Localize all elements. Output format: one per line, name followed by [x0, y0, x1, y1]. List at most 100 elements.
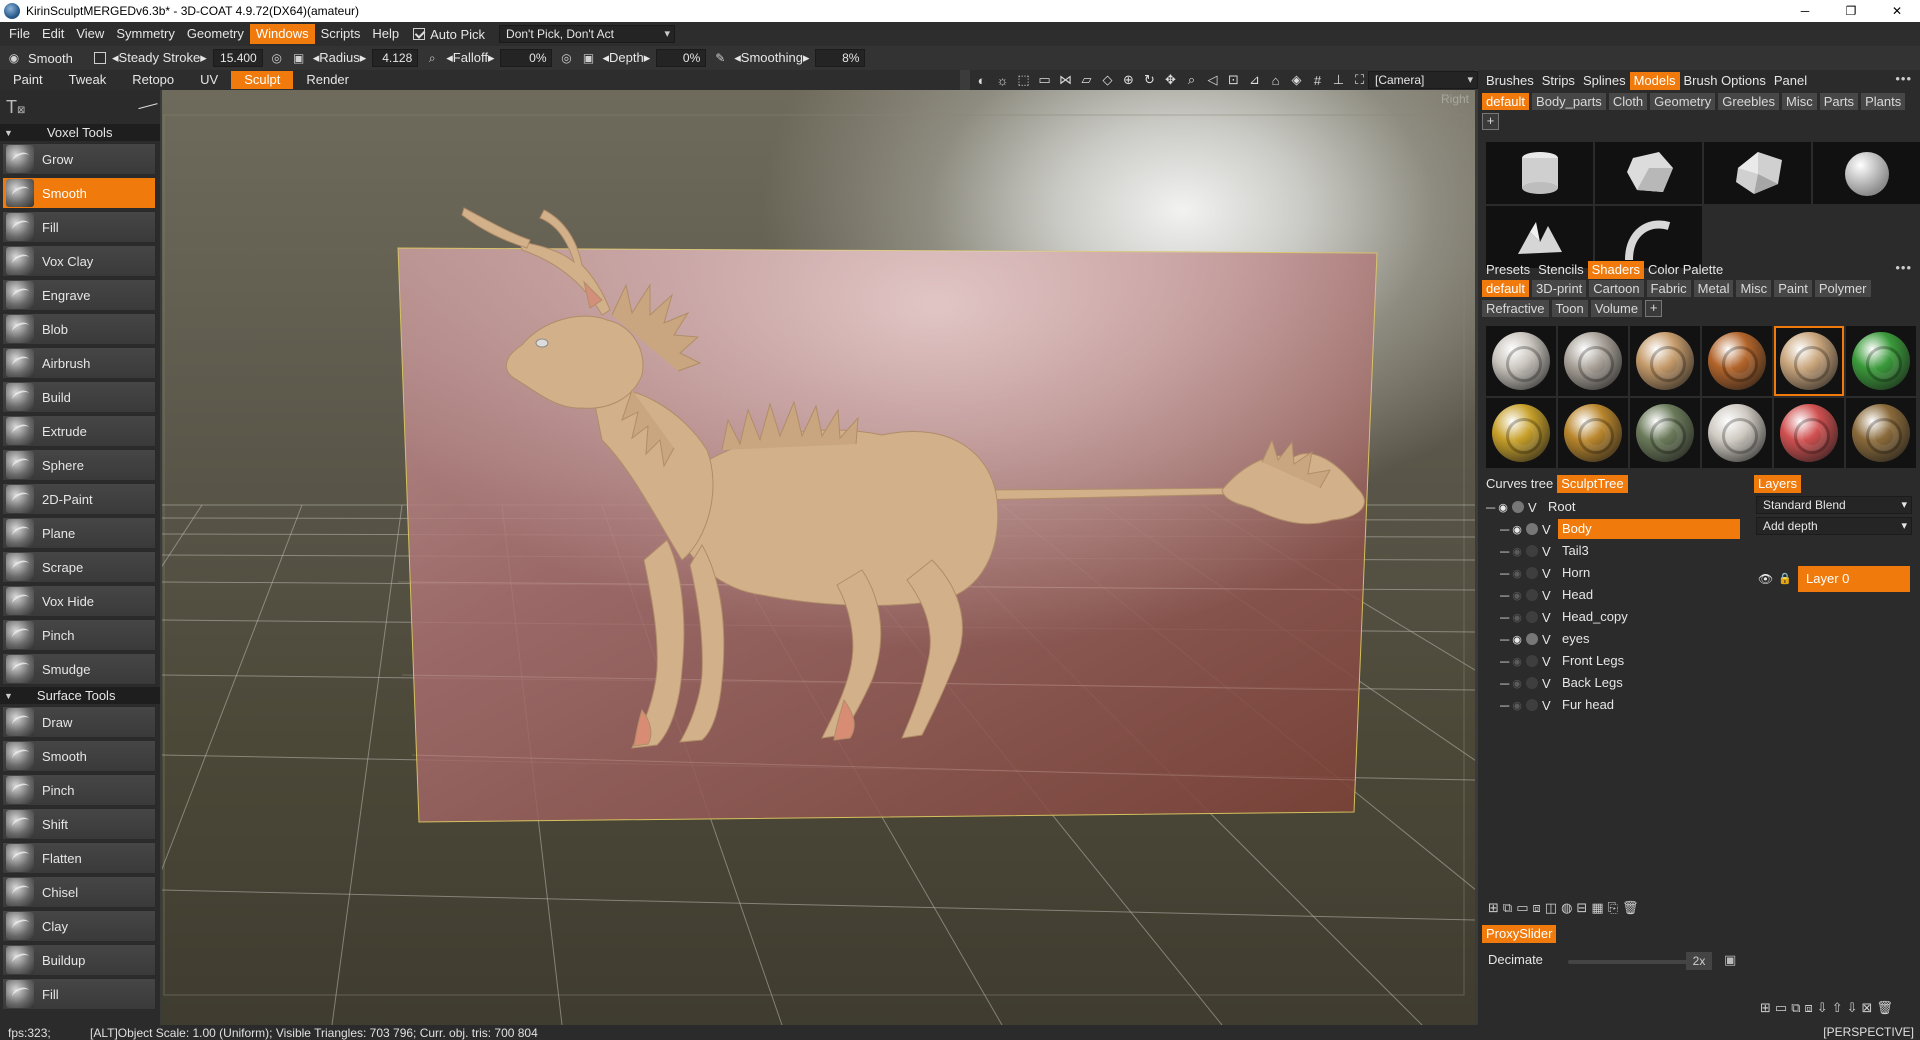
- tab-brushes[interactable]: Brushes: [1482, 72, 1538, 90]
- ghost-toggle-icon[interactable]: [1512, 501, 1524, 513]
- tool-smudge[interactable]: Smudge: [2, 653, 156, 685]
- tool-smooth[interactable]: Smooth: [2, 177, 156, 209]
- category-body-parts[interactable]: Body_parts: [1532, 93, 1606, 110]
- tool-grow[interactable]: Grow: [2, 143, 156, 175]
- reflect-icon[interactable]: ▱: [1077, 71, 1096, 89]
- lock-icon[interactable]: ▣: [291, 50, 307, 66]
- voxel-mode-label[interactable]: V: [1542, 676, 1558, 691]
- light-icon[interactable]: ☼: [993, 71, 1012, 89]
- tree-collapse-icon[interactable]: ─: [1500, 566, 1510, 581]
- ghost-toggle-icon[interactable]: [1526, 655, 1538, 667]
- category-volume[interactable]: Volume: [1590, 300, 1643, 317]
- auto-pick-toggle[interactable]: Auto Pick: [413, 27, 485, 42]
- model-thumb-icosahedron[interactable]: [1704, 142, 1811, 204]
- minimize-button[interactable]: ─: [1782, 0, 1828, 22]
- category-cartoon[interactable]: Cartoon: [1589, 280, 1644, 297]
- model-thumb-cylinder[interactable]: [1486, 142, 1593, 204]
- move-icon[interactable]: ✥: [1161, 71, 1180, 89]
- tool-vox-clay[interactable]: Vox Clay: [2, 245, 156, 277]
- tab-layers[interactable]: Layers: [1754, 475, 1802, 493]
- tab-sculpt[interactable]: Sculpt: [231, 71, 294, 89]
- tab-stencils[interactable]: Stencils: [1534, 261, 1588, 279]
- cube-icon[interactable]: ◈: [1287, 71, 1306, 89]
- tab-proxy-slider[interactable]: ProxySlider: [1482, 925, 1557, 943]
- ghost-toggle-icon[interactable]: [1526, 677, 1538, 689]
- layer-item[interactable]: Layer 0: [1798, 566, 1910, 592]
- category-default[interactable]: default: [1482, 93, 1530, 110]
- mirror-icon[interactable]: ⊟: [1576, 900, 1587, 916]
- tool-build[interactable]: Build: [2, 381, 156, 413]
- home-icon[interactable]: ⌂: [1266, 71, 1285, 89]
- split-icon[interactable]: ◫: [1545, 900, 1557, 916]
- ghost-toggle-icon[interactable]: [1526, 611, 1538, 623]
- voxel-mode-label[interactable]: V: [1528, 500, 1544, 515]
- tab-panel[interactable]: Panel: [1770, 72, 1811, 90]
- tree-row[interactable]: ─ ◉ Veyes: [1478, 628, 1750, 650]
- voxel-mode-label[interactable]: V: [1542, 610, 1558, 625]
- tool-flatten[interactable]: Flatten: [2, 842, 156, 874]
- ghost-toggle-icon[interactable]: [1526, 589, 1538, 601]
- category-refractive[interactable]: Refractive: [1482, 300, 1549, 317]
- model-thumb-torus[interactable]: [1595, 206, 1702, 268]
- layer-merge-icon[interactable]: ⧈: [1805, 1000, 1813, 1016]
- ghost-toggle-icon[interactable]: [1526, 545, 1538, 557]
- layer-up-icon[interactable]: ⇧: [1832, 1000, 1843, 1016]
- perspective-icon[interactable]: ⊿: [1245, 71, 1264, 89]
- tree-row[interactable]: ─ ◉ V Fur head: [1478, 694, 1750, 716]
- ghost-toggle-icon[interactable]: [1526, 633, 1538, 645]
- tree-collapse-icon[interactable]: ─: [1500, 588, 1510, 603]
- depth-pen-icon[interactable]: ◎: [558, 50, 574, 66]
- panel-menu-icon[interactable]: •••: [1895, 71, 1912, 86]
- tree-row[interactable]: ─ ◉ V Back Legs: [1478, 672, 1750, 694]
- new-layer-icon[interactable]: ⊞: [1760, 1000, 1771, 1016]
- shader-thumb[interactable]: [1702, 398, 1772, 468]
- shader-thumb[interactable]: [1846, 398, 1916, 468]
- tool-sphere[interactable]: Sphere: [2, 449, 156, 481]
- layer-depth-select[interactable]: Add depth: [1756, 517, 1912, 535]
- tab-shaders[interactable]: Shaders: [1587, 261, 1645, 279]
- steady-stroke-input[interactable]: 15.400: [212, 49, 263, 67]
- tool-draw[interactable]: Draw: [2, 706, 156, 738]
- category-cloth[interactable]: Cloth: [1608, 93, 1648, 110]
- tool-fill[interactable]: Fill: [2, 978, 156, 1010]
- voxel-mode-label[interactable]: V: [1542, 588, 1558, 603]
- tree-collapse-icon[interactable]: ─: [1500, 676, 1510, 691]
- tool-scrape[interactable]: Scrape: [2, 551, 156, 583]
- blend-mode-select[interactable]: Standard Blend: [1756, 496, 1912, 514]
- pencil-icon[interactable]: ✎: [712, 50, 728, 66]
- visibility-eye-icon[interactable]: ◉: [1510, 676, 1524, 690]
- tool-shift[interactable]: Shift: [2, 808, 156, 840]
- layer-copy-icon[interactable]: ⧉: [1791, 1000, 1800, 1016]
- tree-row[interactable]: ─ ◉ V Head_copy: [1478, 606, 1750, 628]
- tree-collapse-icon[interactable]: ─: [1500, 654, 1510, 669]
- category-metal[interactable]: Metal: [1693, 280, 1734, 297]
- layer-down-icon[interactable]: ⇩: [1847, 1000, 1858, 1016]
- depth-lock-icon[interactable]: ▣: [580, 50, 596, 66]
- auto-pick-checkbox[interactable]: [413, 28, 426, 40]
- tab-models[interactable]: Models: [1629, 72, 1680, 90]
- tab-paint[interactable]: Paint: [0, 71, 56, 89]
- visibility-eye-icon[interactable]: ◉: [1510, 522, 1524, 536]
- shader-thumb[interactable]: [1630, 326, 1700, 396]
- tool-chisel[interactable]: Chisel: [2, 876, 156, 908]
- transform-icon[interactable]: ⊕: [1119, 71, 1138, 89]
- category-parts[interactable]: Parts: [1819, 93, 1859, 110]
- category-3d-print[interactable]: 3D-print: [1532, 280, 1587, 297]
- globe-icon[interactable]: ◍: [1561, 900, 1572, 916]
- menu-scripts[interactable]: Scripts: [315, 24, 367, 44]
- radius-input[interactable]: 4.128: [372, 49, 419, 67]
- category-greebles[interactable]: Greebles: [1718, 93, 1779, 110]
- tab-color-palette[interactable]: Color Palette: [1644, 261, 1727, 279]
- tree-row[interactable]: ─ ◉ V Front Legs: [1478, 650, 1750, 672]
- axes-icon[interactable]: ⊥: [1329, 71, 1348, 89]
- tool-buildup[interactable]: Buildup: [2, 944, 156, 976]
- smoothing-input[interactable]: 8%: [815, 49, 866, 67]
- menu-geometry[interactable]: Geometry: [181, 24, 250, 44]
- ghost-toggle-icon[interactable]: [1526, 699, 1538, 711]
- fullscreen-icon[interactable]: ⛶: [1350, 71, 1369, 89]
- drop-icon[interactable]: ◇: [1098, 71, 1117, 89]
- category-default[interactable]: default: [1482, 280, 1530, 297]
- layer-visibility-eye-icon[interactable]: 👁: [1758, 572, 1773, 586]
- tab-brush-options[interactable]: Brush Options: [1680, 72, 1770, 90]
- tool-plane[interactable]: Plane: [2, 517, 156, 549]
